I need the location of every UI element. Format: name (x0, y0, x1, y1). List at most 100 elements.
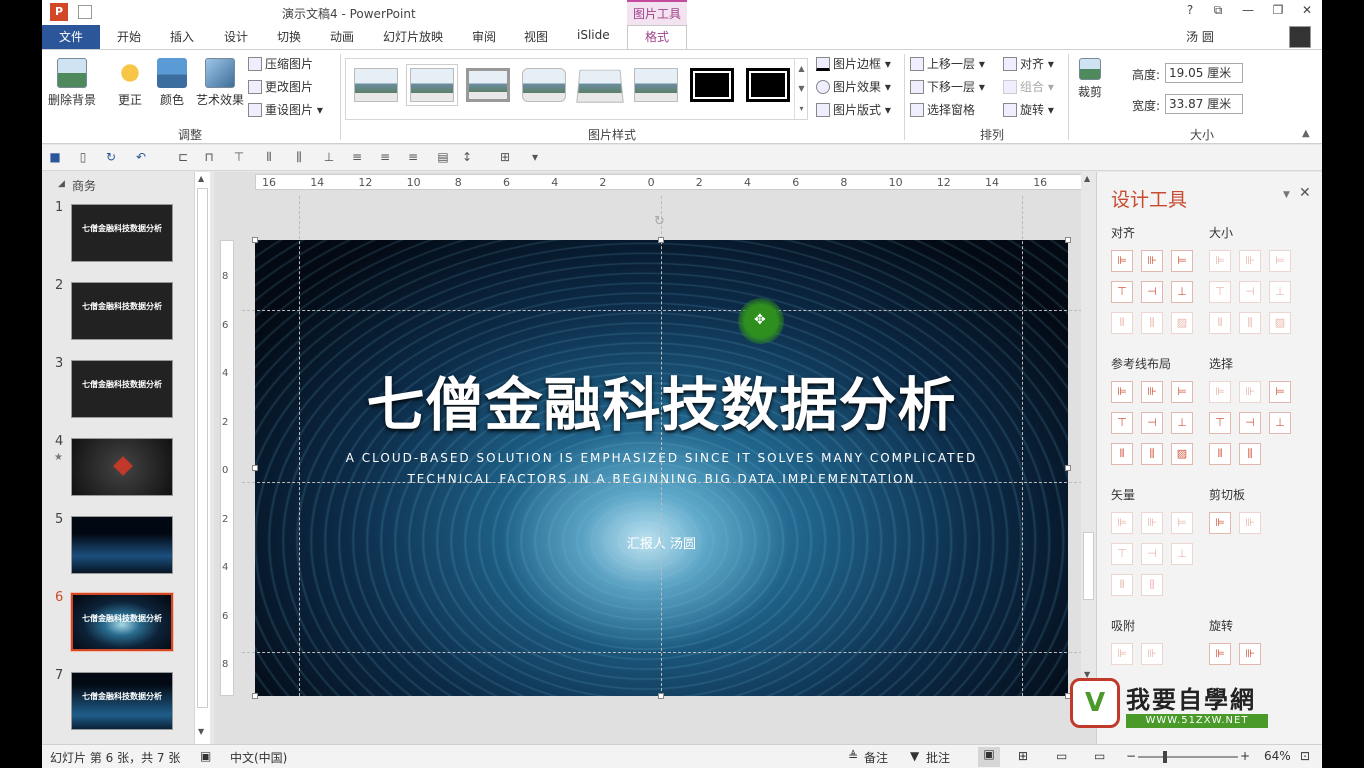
align-top-icon[interactable]: ⊤ (1111, 281, 1133, 303)
size-b-icon[interactable]: ⊣ (1239, 281, 1261, 303)
zoom-slider-thumb[interactable] (1163, 751, 1167, 763)
scroll-down-icon[interactable]: ▼ (198, 727, 204, 736)
slide-thumbnail-5[interactable] (71, 516, 173, 574)
pane-menu-icon[interactable]: ▼ (1283, 190, 1290, 200)
bring-forward-button[interactable]: 上移一层 ▾ (910, 55, 985, 75)
size-e-icon[interactable]: ⫼ (1239, 312, 1261, 334)
width-input[interactable]: 33.87 厘米 (1165, 94, 1243, 114)
tab-animations[interactable]: 动画 (330, 28, 354, 48)
guide-grid-icon[interactable]: ▨ (1171, 443, 1193, 465)
tab-islide[interactable]: iSlide (577, 28, 610, 48)
align-right-icon[interactable]: ⊨ (1171, 250, 1193, 272)
tab-insert[interactable]: 插入 (170, 28, 194, 48)
tab-design[interactable]: 设计 (224, 28, 248, 48)
tab-home[interactable]: 开始 (117, 28, 141, 48)
align-grid-icon[interactable]: ▨ (1171, 312, 1193, 334)
guide-middle-icon[interactable]: ⊣ (1141, 412, 1163, 434)
zoom-out-icon[interactable]: − (1126, 749, 1136, 763)
format-painter-icon[interactable]: ⊞ (498, 150, 512, 164)
change-picture-button[interactable]: 更改图片 (248, 78, 313, 98)
guide-line[interactable] (299, 196, 300, 696)
resize-handle[interactable] (1065, 237, 1071, 243)
tab-view[interactable]: 视图 (524, 28, 548, 48)
align-middle-icon[interactable]: ⊣ (1141, 281, 1163, 303)
align-bottom-icon[interactable]: ⊥ (322, 150, 336, 164)
size-d-icon[interactable]: ⫴ (1209, 312, 1231, 334)
tab-file[interactable]: 文件 (42, 25, 100, 49)
picture-style-option[interactable] (354, 68, 398, 102)
avatar[interactable] (1289, 26, 1311, 48)
send-backward-button[interactable]: 下移一层 ▾ (910, 78, 985, 98)
save-icon[interactable] (78, 5, 92, 19)
user-name[interactable]: 汤 圆 (1186, 28, 1214, 45)
align-button[interactable]: 对齐 ▾ (1003, 55, 1054, 75)
notes-button[interactable]: 备注 (864, 749, 888, 766)
select-group-icon[interactable]: ⊤ (1209, 412, 1231, 434)
distribute-h-icon[interactable]: ⫴ (1111, 312, 1133, 334)
vector-subtract-icon[interactable]: ⊣ (1141, 543, 1163, 565)
picture-style-option[interactable] (690, 68, 734, 102)
guide-left-icon[interactable]: ⊫ (1111, 381, 1133, 403)
artistic-effects-button[interactable]: 艺术效果 (192, 54, 248, 124)
save-icon[interactable]: ■ (48, 150, 62, 164)
rotate-a-icon[interactable]: ⊫ (1209, 643, 1231, 665)
zoom-level[interactable]: 64% (1264, 749, 1291, 763)
maximize-button[interactable]: ❐ (1268, 3, 1288, 21)
scroll-thumb[interactable] (1083, 532, 1094, 600)
resize-handle[interactable] (658, 693, 664, 699)
section-collapse-icon[interactable]: ◢ (58, 179, 65, 189)
vector-intersect-icon[interactable]: ⊤ (1111, 543, 1133, 565)
picture-effects-button[interactable]: 图片效果 ▾ (816, 78, 891, 98)
select-magic-icon[interactable]: ⊨ (1269, 381, 1291, 403)
close-button[interactable]: ✕ (1297, 3, 1317, 21)
guide-h-margin-icon[interactable]: ⫴ (1111, 443, 1133, 465)
guide-bottom-icon[interactable]: ⊥ (1171, 412, 1193, 434)
distribute-v-icon[interactable]: ⫼ (1141, 312, 1163, 334)
compress-pictures-button[interactable]: 压缩图片 (248, 55, 313, 75)
picture-style-option[interactable] (576, 69, 624, 103)
snap-a-icon[interactable]: ⊫ (1111, 643, 1133, 665)
slide-thumbnail-2[interactable]: 七僧金融科技数据分析 (71, 282, 173, 340)
text-center-icon[interactable]: ≡ (378, 150, 392, 164)
new-file-icon[interactable]: ▯ (76, 150, 90, 164)
clipboard-copy-icon[interactable]: ⊫ (1209, 512, 1231, 534)
scroll-thumb[interactable] (197, 188, 208, 708)
distribute-v-icon[interactable]: ⫼ (292, 150, 306, 164)
minimize-button[interactable]: — (1238, 3, 1258, 21)
slide-thumbnail-3[interactable]: 七僧金融科技数据分析 (71, 360, 173, 418)
select-pointer-icon[interactable]: ⊥ (1269, 412, 1291, 434)
thumbnail-scrollbar[interactable]: ▲ ▼ (194, 172, 210, 744)
zoom-in-icon[interactable]: + (1240, 749, 1250, 763)
align-left-icon[interactable]: ⊫ (1111, 250, 1133, 272)
vector-combine-icon[interactable]: ⊪ (1141, 512, 1163, 534)
section-header[interactable]: 商务 (72, 177, 96, 194)
line-spacing-icon[interactable]: ↕ (460, 150, 474, 164)
rotate-handle-icon[interactable]: ↻ (654, 214, 665, 229)
vector-fragment-icon[interactable]: ⊨ (1171, 512, 1193, 534)
size-f-icon[interactable]: ▨ (1269, 312, 1291, 334)
collapse-ribbon-icon[interactable]: ▲ (1302, 128, 1310, 139)
zoom-slider[interactable] (1138, 756, 1238, 758)
canvas-scrollbar[interactable]: ▲ ▼ (1081, 172, 1096, 684)
vector-union-icon[interactable]: ⊫ (1111, 512, 1133, 534)
select-ungroup-icon[interactable]: ⫴ (1209, 443, 1231, 465)
gallery-scroll[interactable]: ▲ ▼ ▾ (794, 59, 808, 119)
scroll-up-icon[interactable]: ▲ (1084, 174, 1090, 183)
picture-border-button[interactable]: 图片边框 ▾ (816, 55, 891, 75)
size-c-icon[interactable]: ⊥ (1269, 281, 1291, 303)
slideshow-view-icon[interactable]: ▭ (1094, 749, 1105, 763)
picture-style-option[interactable] (746, 68, 790, 102)
guide-line[interactable] (242, 652, 1082, 653)
spell-check-icon[interactable]: ▣ (200, 749, 211, 763)
text-right-icon[interactable]: ≡ (406, 150, 420, 164)
selection-pane-button[interactable]: 选择窗格 (910, 101, 975, 121)
guide-right-icon[interactable]: ⊨ (1171, 381, 1193, 403)
select-front-icon[interactable]: ⊣ (1239, 412, 1261, 434)
same-size-icon[interactable]: ⊨ (1269, 250, 1291, 272)
picture-style-option[interactable] (634, 68, 678, 102)
height-input[interactable]: 19.05 厘米 (1165, 63, 1243, 83)
comments-button[interactable]: 批注 (926, 749, 950, 766)
repeat-icon[interactable]: ↻ (104, 150, 118, 164)
align-center-icon[interactable]: ⊓ (202, 150, 216, 164)
undo-icon[interactable]: ↶ (134, 150, 148, 164)
